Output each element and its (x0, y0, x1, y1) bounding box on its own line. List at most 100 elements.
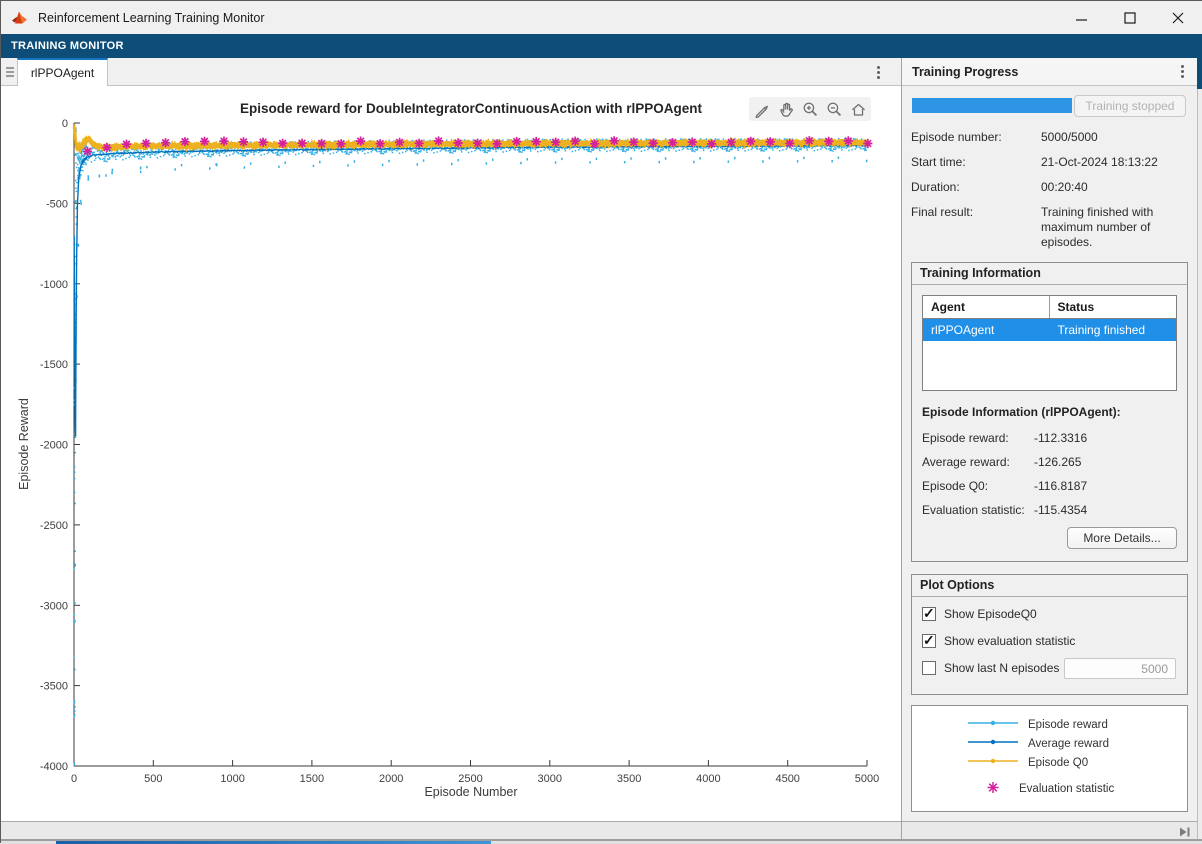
show-last-n-episodes-checkbox[interactable] (922, 661, 936, 675)
zoom-out-icon[interactable] (824, 99, 844, 119)
checkbox-label: Show last N episodes (944, 661, 1059, 675)
document-options-kebab-icon[interactable] (871, 63, 885, 81)
document-bottom-bar (1, 821, 901, 839)
window-titlebar[interactable]: Reinforcement Learning Training Monitor (1, 1, 1202, 34)
svg-text:-2500: -2500 (40, 520, 68, 532)
svg-text:500: 500 (144, 773, 162, 785)
legend-label: Episode reward (1028, 719, 1108, 731)
legend-label: Episode Q0 (1028, 757, 1088, 769)
minimize-button[interactable] (1071, 7, 1093, 29)
legend-line-dot-icon (968, 718, 1018, 731)
episode-reward-row: Episode reward: -112.3316 (922, 431, 1177, 445)
legend-asterisk-icon (985, 780, 1001, 798)
plot-legend: Episode reward Average reward Episode Q0… (911, 705, 1188, 812)
field-value: -112.3316 (1034, 431, 1087, 445)
toolstrip-tab-training-monitor[interactable]: TRAINING MONITOR (11, 40, 124, 52)
field-value: -126.265 (1034, 455, 1081, 469)
checkbox-label: Show evaluation statistic (944, 634, 1075, 648)
svg-text:0: 0 (62, 118, 68, 130)
show-episodeq0-checkbox[interactable] (922, 607, 936, 621)
legend-line-dot-icon (968, 756, 1018, 769)
panel-title: Training Progress (912, 65, 1175, 79)
panel-options-kebab-icon[interactable] (1175, 63, 1189, 81)
svg-text:4000: 4000 (696, 773, 720, 785)
svg-text:-2000: -2000 (40, 440, 68, 452)
x-axis-label: Episode Number (424, 785, 517, 799)
cell-status: Training finished (1050, 319, 1177, 341)
last-n-episodes-input[interactable] (1064, 658, 1176, 679)
svg-text:3000: 3000 (538, 773, 562, 785)
cell-agent: rlPPOAgent (923, 319, 1050, 341)
toolstrip: TRAINING MONITOR (1, 34, 1202, 58)
maximize-button[interactable] (1119, 7, 1141, 29)
tab-label: rlPPOAgent (31, 66, 94, 80)
more-details-button[interactable]: More Details... (1067, 527, 1177, 549)
field-label: Start time: (911, 155, 1041, 170)
field-label: Duration: (911, 180, 1041, 195)
training-plot[interactable]: Episode reward for DoubleIntegratorConti… (1, 86, 901, 821)
figure-area: Episode reward for DoubleIntegratorConti… (1, 86, 901, 821)
svg-text:-500: -500 (46, 198, 68, 210)
y-axis-label: Episode Reward (17, 398, 31, 490)
show-last-n-episodes-option: Show last N episodes (922, 661, 1177, 675)
agent-status-table: Agent Status rlPPOAgent Training finishe… (922, 295, 1177, 391)
pan-icon[interactable] (776, 99, 796, 119)
svg-text:4500: 4500 (775, 773, 799, 785)
window-title: Reinforcement Learning Training Monitor (38, 11, 265, 25)
svg-text:1500: 1500 (300, 773, 324, 785)
training-progress-panel: Training stopped Episode number: 5000/50… (902, 86, 1197, 821)
plot-options-group: Plot Options Show EpisodeQ0 Show evaluat… (911, 574, 1188, 695)
field-value: -116.8187 (1034, 479, 1087, 493)
training-stopped-button[interactable]: Training stopped (1074, 95, 1186, 117)
training-information-group: Training Information Agent Status rlPPOA… (911, 262, 1188, 562)
axes-toolbar (749, 97, 871, 121)
field-value: -115.4354 (1034, 503, 1087, 517)
episode-information-title: Episode Information (rlPPOAgent): (922, 405, 1177, 419)
svg-text:0: 0 (71, 773, 77, 785)
show-episodeq0-option: Show EpisodeQ0 (922, 607, 1177, 621)
svg-text:2500: 2500 (458, 773, 482, 785)
legend-item-average-reward: Average reward (912, 734, 1187, 753)
app-window: Reinforcement Learning Training Monitor … (0, 0, 1202, 843)
svg-text:-3000: -3000 (40, 600, 68, 612)
svg-text:-4000: -4000 (40, 761, 68, 773)
show-evaluation-statistic-option: Show evaluation statistic (922, 634, 1177, 648)
legend-label: Average reward (1028, 738, 1109, 750)
field-value: 00:20:40 (1041, 180, 1188, 195)
svg-text:-1500: -1500 (40, 359, 68, 371)
svg-text:-1000: -1000 (40, 279, 68, 291)
field-label: Average reward: (922, 455, 1034, 469)
col-header-status: Status (1050, 296, 1177, 318)
checkbox-label: Show EpisodeQ0 (944, 607, 1037, 621)
legend-item-episode-reward: Episode reward (912, 715, 1187, 734)
legend-label: Evaluation statistic (1019, 783, 1114, 795)
group-title: Training Information (912, 263, 1187, 285)
tab-drag-handle-icon[interactable] (6, 65, 16, 79)
legend-line-dot-icon (968, 737, 1018, 750)
tab-rlppoagent[interactable]: rlPPOAgent (17, 58, 108, 86)
col-header-agent: Agent (923, 296, 1050, 318)
zoom-in-icon[interactable] (800, 99, 820, 119)
matlab-logo-icon (12, 10, 30, 26)
svg-text:3500: 3500 (617, 773, 641, 785)
legend-item-episode-q0: Episode Q0 (912, 753, 1187, 772)
field-label: Episode number: (911, 130, 1041, 145)
document-tabbar: rlPPOAgent (1, 58, 901, 86)
svg-text:5000: 5000 (855, 773, 879, 785)
field-label: Evaluation statistic: (922, 503, 1034, 517)
home-icon[interactable] (848, 99, 868, 119)
evaluation-statistic-row: Evaluation statistic: -115.4354 (922, 503, 1177, 517)
field-label: Episode reward: (922, 431, 1034, 445)
table-row[interactable]: rlPPOAgent Training finished (923, 319, 1176, 341)
background-window-sliver (1197, 89, 1202, 839)
panel-bottom-bar (902, 821, 1197, 839)
start-time-row: Start time: 21-Oct-2024 18:13:22 (911, 155, 1188, 170)
legend-item-evaluation-statistic: Evaluation statistic (912, 779, 1187, 798)
field-value: Training finished with maximum number of… (1041, 205, 1188, 250)
show-evaluation-statistic-checkbox[interactable] (922, 634, 936, 648)
close-button[interactable] (1167, 7, 1189, 29)
final-result-row: Final result: Training finished with max… (911, 205, 1188, 250)
export-icon[interactable] (752, 99, 772, 119)
chart-title: Episode reward for DoubleIntegratorConti… (240, 101, 703, 116)
average-reward-row: Average reward: -126.265 (922, 455, 1177, 469)
